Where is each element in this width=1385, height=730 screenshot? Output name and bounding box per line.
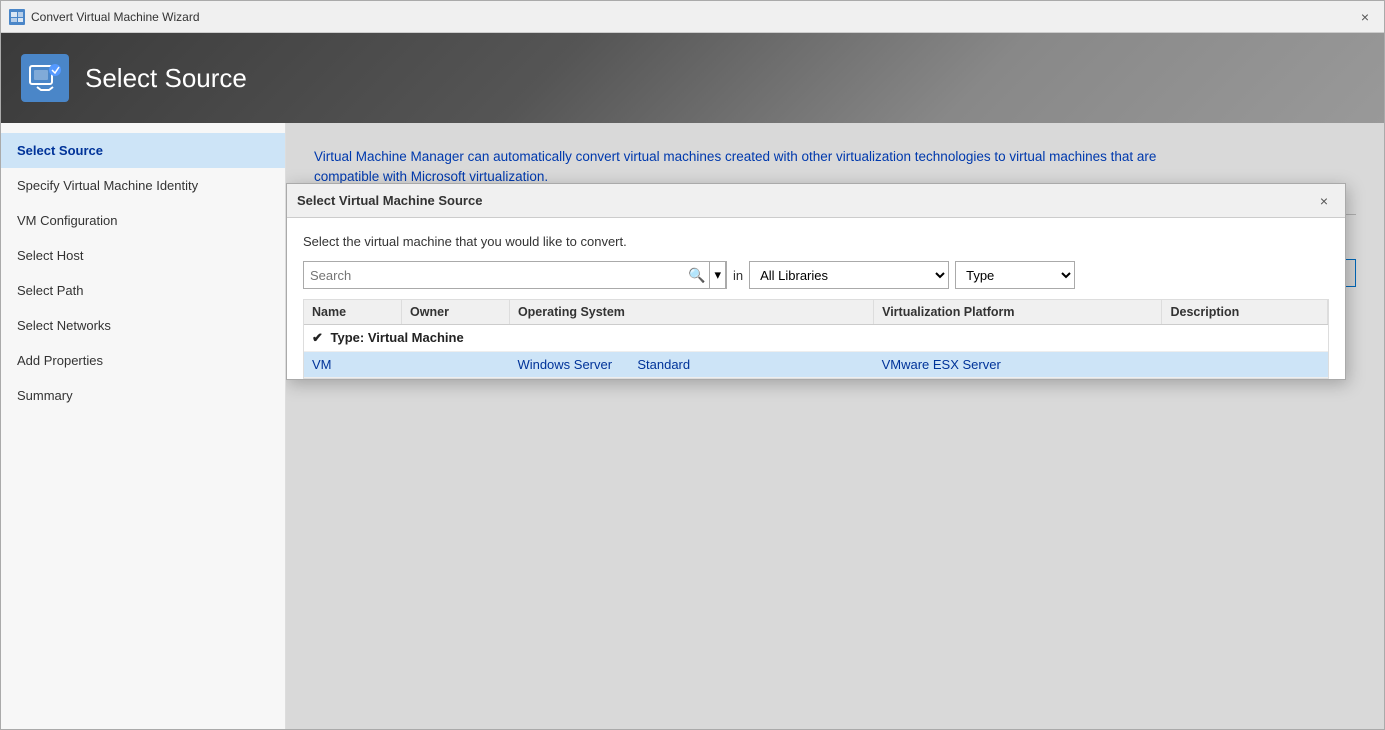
sidebar-item-select-host[interactable]: Select Host <box>1 238 285 273</box>
cell-os: Windows Server Standard <box>509 352 873 378</box>
search-row: 🔍 ▾ in All Libraries Type <box>303 261 1329 289</box>
col-os: Operating System <box>509 300 873 325</box>
table-row[interactable]: VM Windows Server Standard VMware ESX Se… <box>304 352 1328 378</box>
cell-description <box>1162 352 1328 378</box>
sidebar-item-select-source[interactable]: Select Source <box>1 133 285 168</box>
sidebar-item-vm-identity[interactable]: Specify Virtual Machine Identity <box>1 168 285 203</box>
group-name: Type: Virtual Machine <box>331 330 464 345</box>
search-button[interactable]: 🔍 <box>684 267 709 284</box>
sidebar-item-select-networks[interactable]: Select Networks <box>1 308 285 343</box>
type-dropdown[interactable]: Type <box>955 261 1075 289</box>
dialog-title: Select Virtual Machine Source <box>297 193 482 208</box>
title-bar-left: Convert Virtual Machine Wizard <box>9 9 200 25</box>
dialog-overlay: Select Virtual Machine Source × Select t… <box>286 123 1384 729</box>
search-dropdown-button[interactable]: ▾ <box>709 261 726 289</box>
sidebar-item-summary[interactable]: Summary <box>1 378 285 413</box>
wizard-window: Convert Virtual Machine Wizard × Select … <box>0 0 1385 730</box>
header-banner: Select Source <box>1 33 1384 123</box>
group-chevron-icon: ✔ <box>312 330 323 346</box>
window-close-button[interactable]: × <box>1354 6 1376 28</box>
col-description: Description <box>1162 300 1328 325</box>
dialog-box: Select Virtual Machine Source × Select t… <box>286 183 1346 380</box>
window-icon <box>9 9 25 25</box>
search-input[interactable] <box>304 262 684 288</box>
wizard-body: Select Source Specify Virtual Machine Id… <box>1 123 1384 729</box>
sidebar-item-add-properties[interactable]: Add Properties <box>1 343 285 378</box>
group-label: ✔ Type: Virtual Machine <box>304 325 1328 352</box>
col-owner: Owner <box>402 300 510 325</box>
dialog-title-bar: Select Virtual Machine Source × <box>287 184 1345 218</box>
title-bar: Convert Virtual Machine Wizard × <box>1 1 1384 33</box>
header-icon <box>21 54 69 102</box>
search-box-wrap: 🔍 ▾ <box>303 261 727 289</box>
window-title: Convert Virtual Machine Wizard <box>31 10 200 24</box>
header-title: Select Source <box>85 63 247 94</box>
main-content: Virtual Machine Manager can automaticall… <box>286 123 1384 729</box>
col-name: Name <box>304 300 402 325</box>
sidebar-item-select-path[interactable]: Select Path <box>1 273 285 308</box>
sidebar: Select Source Specify Virtual Machine Id… <box>1 123 286 729</box>
vm-table: Name Owner Operating System Virtualizati… <box>304 300 1328 378</box>
in-label: in <box>733 268 743 283</box>
vm-table-wrap: Name Owner Operating System Virtualizati… <box>303 299 1329 379</box>
sidebar-item-vm-config[interactable]: VM Configuration <box>1 203 285 238</box>
cell-vm-name: VM <box>304 352 402 378</box>
col-virt-platform: Virtualization Platform <box>874 300 1162 325</box>
dialog-subtitle: Select the virtual machine that you woul… <box>303 234 1329 249</box>
table-header-row: Name Owner Operating System Virtualizati… <box>304 300 1328 325</box>
group-row-virtual-machine: ✔ Type: Virtual Machine <box>304 325 1328 352</box>
library-dropdown[interactable]: All Libraries <box>749 261 949 289</box>
dialog-body: Select the virtual machine that you woul… <box>287 218 1345 379</box>
dialog-close-button[interactable]: × <box>1313 190 1335 212</box>
cell-virt-platform: VMware ESX Server <box>874 352 1162 378</box>
cell-owner <box>402 352 510 378</box>
